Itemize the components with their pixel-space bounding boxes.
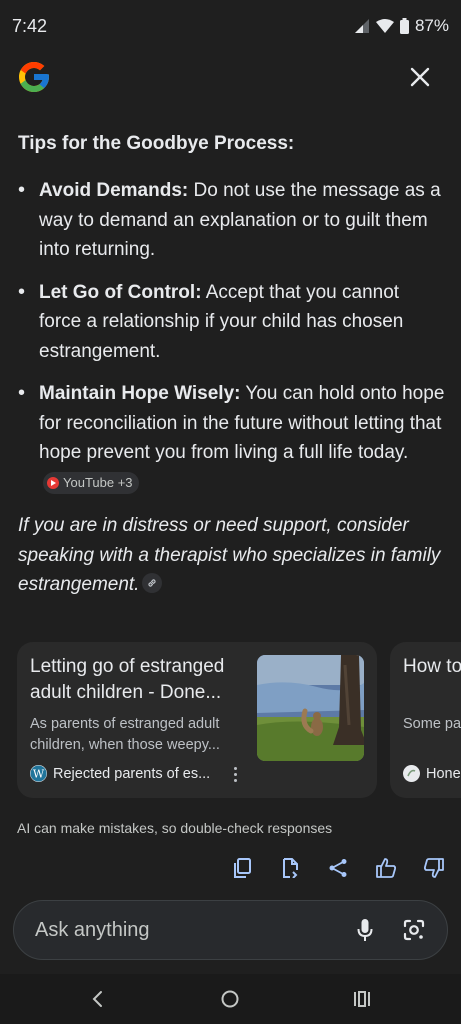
card-source[interactable]: W Rejected parents of es...: [30, 765, 210, 782]
result-card[interactable]: How to Write an Estr... Some pa... or me…: [390, 642, 461, 798]
site-logo-icon: [403, 765, 420, 782]
cellular-signal-icon: [354, 19, 369, 33]
nav-back-button[interactable]: [82, 986, 112, 1012]
system-nav-bar: [0, 974, 461, 1024]
source-chip-label: YouTube +3: [63, 474, 133, 490]
card-source-label: Rejected parents of es...: [53, 765, 211, 782]
microphone-icon: [357, 919, 373, 941]
squirrel-under-tree-image: [257, 655, 364, 761]
wifi-icon: [375, 19, 394, 33]
result-cards: Letting go of estranged adult children -…: [17, 642, 461, 798]
back-chevron-icon: [92, 991, 102, 1007]
card-title: How to Write an Estr...: [403, 656, 461, 677]
link-icon: [148, 579, 157, 587]
tip-item: Let Go of Control: Accept that you canno…: [18, 278, 446, 367]
tip-label: Maintain Hope Wisely:: [39, 383, 241, 404]
copy-icon: [234, 858, 251, 878]
link-chip[interactable]: [142, 573, 163, 593]
export-doc-button[interactable]: [266, 854, 314, 882]
thumbs-down-button[interactable]: [410, 854, 458, 882]
tip-item: Avoid Demands: Do not use the message as…: [18, 176, 446, 265]
card-snippet: As parents of estranged adult children, …: [30, 716, 220, 753]
section-title: Tips for the Goodbye Process:: [18, 133, 295, 154]
status-icons: 87%: [354, 16, 449, 36]
battery-icon: [399, 18, 409, 34]
close-icon: [410, 67, 430, 87]
tip-label: Let Go of Control:: [39, 281, 202, 303]
battery-percent: 87%: [414, 16, 449, 35]
nav-recents-button[interactable]: [347, 986, 377, 1012]
thumbs-down-icon: [424, 858, 444, 878]
status-time: 7:42: [12, 16, 48, 36]
answer-content: Tips for the Goodbye Process: Avoid Dema…: [18, 130, 446, 600]
tips-list: Avoid Demands: Do not use the message as…: [18, 176, 446, 497]
support-note: If you are in distress or need support, …: [18, 511, 446, 600]
result-card[interactable]: Letting go of estranged adult children -…: [17, 642, 377, 798]
thumbs-up-button[interactable]: [362, 854, 410, 882]
lens-search-button[interactable]: [399, 915, 429, 945]
voice-search-button[interactable]: [351, 915, 379, 945]
source-chip[interactable]: YouTube +3: [43, 471, 139, 494]
card-source-label: Hone: [426, 765, 461, 782]
google-g-icon: [19, 62, 49, 92]
home-circle-icon: [221, 990, 239, 1008]
response-actions: [218, 854, 458, 882]
share-button[interactable]: [314, 854, 362, 882]
wordpress-icon: W: [30, 765, 47, 782]
google-lens-icon: [403, 919, 425, 941]
youtube-icon: [47, 476, 59, 489]
ask-input[interactable]: Ask anything: [35, 919, 150, 942]
card-more-menu-icon[interactable]: [229, 763, 241, 785]
recents-icon: [354, 991, 370, 1007]
thumbs-up-icon: [376, 858, 396, 878]
close-button[interactable]: [405, 62, 435, 92]
card-source[interactable]: Hone: [403, 765, 461, 782]
card-title: Letting go of estranged adult children -…: [30, 656, 225, 703]
export-doc-icon: [283, 858, 298, 878]
svg-text:W: W: [33, 768, 45, 781]
share-icon: [329, 859, 347, 877]
card-thumbnail: [257, 655, 364, 761]
card-snippet: Some pa... or messa...: [403, 716, 461, 732]
nav-home-button[interactable]: [215, 986, 245, 1012]
copy-button[interactable]: [218, 854, 266, 882]
tip-label: Avoid Demands:: [39, 180, 189, 201]
ask-input-bar[interactable]: Ask anything: [13, 900, 448, 960]
status-bar: 7:42 87%: [0, 0, 461, 52]
support-note-text: If you are in distress or need support, …: [18, 515, 441, 595]
tip-item: Maintain Hope Wisely: You can hold onto …: [18, 379, 446, 497]
disclaimer: AI can make mistakes, so double-check re…: [17, 820, 333, 836]
